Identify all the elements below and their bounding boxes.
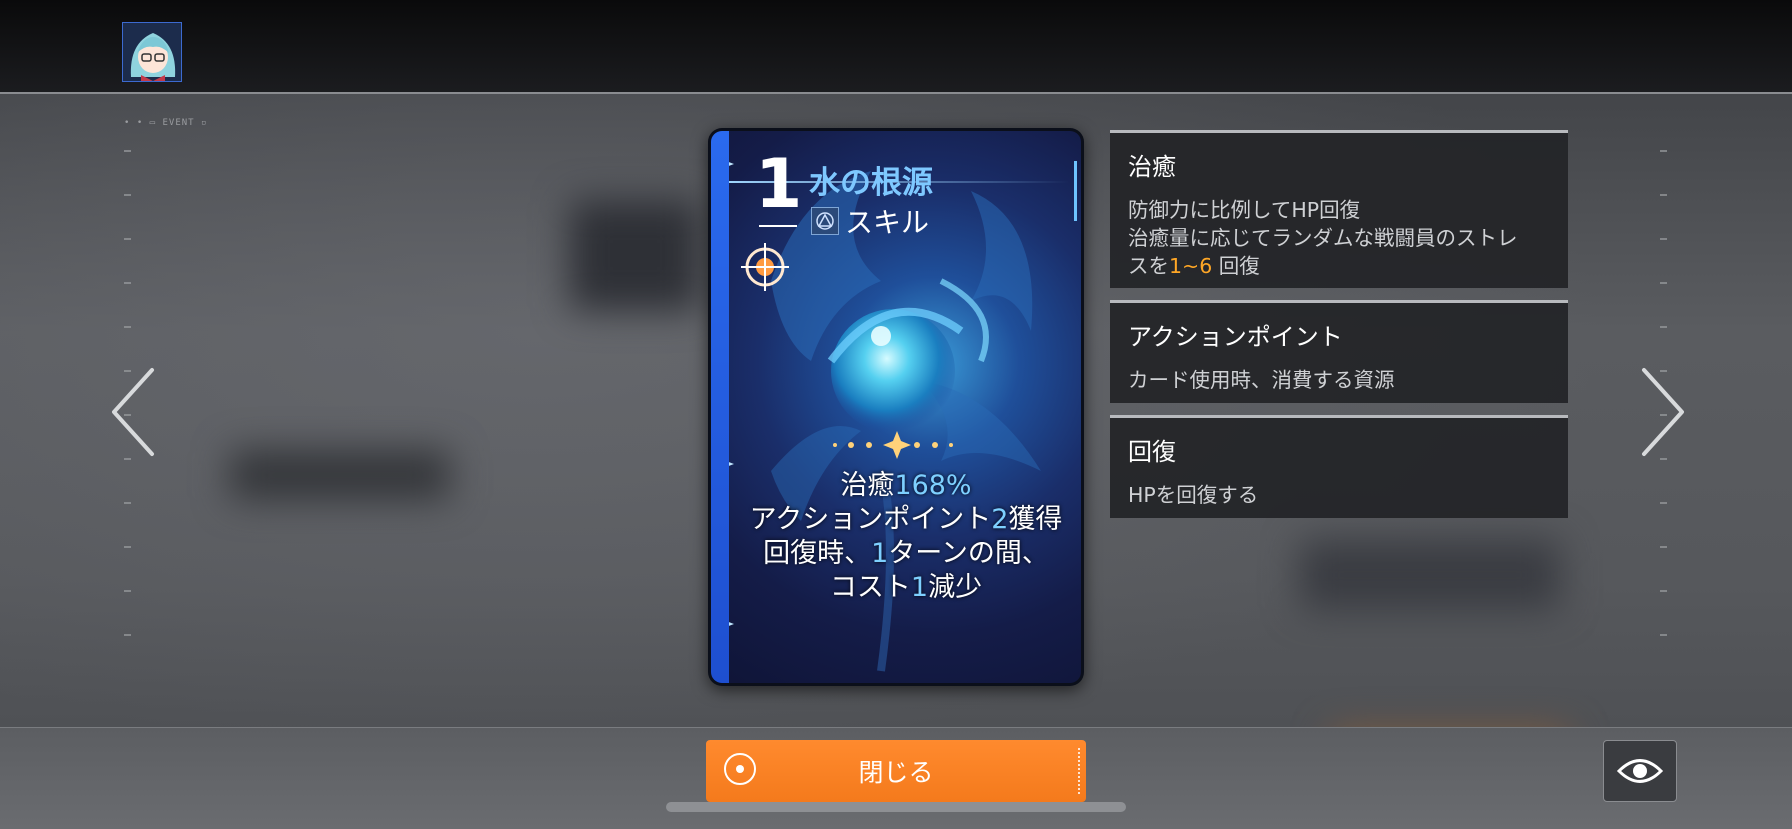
card-effect-line: 回復時、1ターンの間、 (763, 538, 1049, 569)
background-blur-shape (1300, 540, 1560, 610)
eye-button[interactable] (1603, 740, 1677, 802)
keyword-title: アクションポイント (1128, 323, 1343, 351)
close-button-label: 閉じる (858, 758, 934, 787)
keyword-panel-recovery: 回復 HPを回復する (1110, 415, 1568, 518)
card-side-strip (711, 131, 729, 683)
top-bar (0, 0, 1792, 94)
button-edge-decoration (1076, 748, 1080, 794)
keyword-description: HPを回復する (1128, 483, 1259, 507)
keyword-description: カード使用時、消費する資源 (1128, 368, 1395, 392)
keyword-title: 回復 (1128, 438, 1176, 466)
keyword-panel-action-point: アクションポイント カード使用時、消費する資源 (1110, 300, 1568, 403)
character-avatar[interactable] (122, 22, 182, 82)
card-type: スキル (811, 201, 929, 241)
skill-card[interactable]: 1 水の根源 スキル 治癒168% アクションポイント2獲得 回復時、1ターンの… (708, 128, 1084, 686)
card-type-label: スキル (845, 206, 930, 239)
card-cost-underline (759, 225, 797, 227)
background-blur-shape (570, 200, 700, 310)
keyword-title: 治癒 (1128, 153, 1176, 181)
card-face: 1 水の根源 スキル 治癒168% アクションポイント2獲得 回復時、1ターンの… (711, 131, 1081, 683)
card-effect-line: 治癒168% (840, 470, 972, 501)
eye-icon (1616, 759, 1664, 783)
card-effect-line: コスト1減少 (829, 572, 983, 603)
keyword-panel-heal: 治癒 防御力に比例してHP回復 治癒量に応じてランダムな戦闘員のストレ スを1~… (1110, 130, 1568, 288)
chevron-right-icon[interactable] (1630, 362, 1690, 462)
card-cost: 1 (755, 145, 803, 224)
keyword-description: 防御力に比例してHP回復 治癒量に応じてランダムな戦闘員のストレ スを1~6 回… (1128, 198, 1518, 278)
card-title: 水の根源 (809, 165, 933, 201)
chevron-left-icon[interactable] (106, 362, 166, 462)
avatar-icon (123, 23, 181, 81)
close-button[interactable]: 閉じる (706, 740, 1086, 802)
background-label: • • ▭ EVENT ▫ (124, 118, 208, 128)
target-icon (741, 243, 789, 291)
card-effect-text: 治癒168% アクションポイント2獲得 回復時、1ターンの間、 コスト1減少 (741, 469, 1071, 605)
card-effect-line: アクションポイント2獲得 (749, 504, 1063, 535)
home-indicator[interactable] (666, 802, 1126, 812)
skill-type-icon (811, 207, 839, 235)
background-blur-shape (230, 450, 450, 500)
card-accent-bar (1074, 161, 1077, 221)
